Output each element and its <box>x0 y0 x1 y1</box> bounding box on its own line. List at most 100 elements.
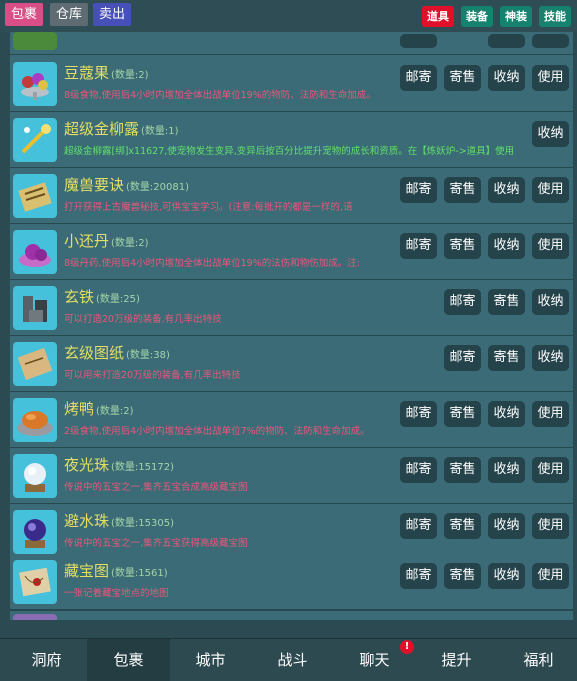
item-name-text: 小还丹 <box>64 232 110 250</box>
store-button[interactable]: 收纳 <box>488 513 525 539</box>
list-item: 夜光珠 (数量:15172) 传说中的五宝之一,集齐五宝合成高级藏宝图 邮寄 寄售 收纳使… <box>10 448 573 504</box>
mail-button[interactable]: 邮寄 <box>444 345 481 371</box>
consign-button[interactable]: 寄售 <box>444 65 481 91</box>
nav-item[interactable]: 福利 <box>497 639 577 681</box>
item-description: 可以用来打造20万级的装备,有几率出特技 <box>64 370 241 381</box>
item-name-text: 藏宝图 <box>64 562 110 580</box>
mail-button[interactable]: 邮寄 <box>400 457 437 483</box>
tab-equip[interactable]: 装备 <box>461 6 493 27</box>
store-button[interactable]: 收纳 <box>488 233 525 259</box>
item-name: 玄级图纸 (数量:38) <box>64 342 170 363</box>
use-button[interactable]: 使用 <box>532 457 569 483</box>
water-pearl-icon[interactable] <box>13 510 57 554</box>
item-icon <box>13 614 57 620</box>
list-item: 超级金柳露 (数量:1) 超级金柳露[绑]x11627,使宠物发生变异,变异后按百分… <box>10 112 573 168</box>
nav-item[interactable]: 洞府 <box>5 639 88 681</box>
nav-item[interactable]: 包裹 <box>87 639 170 681</box>
list-item-partial <box>10 610 573 620</box>
consign-button[interactable]: 寄售 <box>444 177 481 203</box>
item-name: 玄铁 (数量:25) <box>64 286 140 307</box>
use-button[interactable] <box>532 34 569 48</box>
consign-button[interactable]: 寄售 <box>444 401 481 427</box>
store-button[interactable]: 收纳 <box>532 289 569 315</box>
consign-button[interactable]: 寄售 <box>488 289 525 315</box>
mail-button[interactable]: 邮寄 <box>444 289 481 315</box>
list-item: 烤鸭 (数量:2) 2级食物,使用后4小时内增加全体出战单位7%的物防、法防和生命加… <box>10 392 573 448</box>
tab-props[interactable]: 道具 <box>422 6 454 27</box>
consign-button[interactable]: 寄售 <box>444 233 481 259</box>
roast-duck-icon[interactable] <box>13 398 57 442</box>
bottom-nav: 洞府 包裹 城市 战斗 聊天 提升 福利 <box>0 638 577 681</box>
consign-button[interactable]: 寄售 <box>444 457 481 483</box>
scroll-icon[interactable] <box>13 174 57 218</box>
store-button[interactable]: 收纳 <box>532 345 569 371</box>
item-quantity: (数量:2) <box>111 238 149 249</box>
mail-button[interactable]: 邮寄 <box>400 233 437 259</box>
pill-icon[interactable] <box>13 230 57 274</box>
use-button[interactable]: 使用 <box>532 563 569 589</box>
iron-ore-icon[interactable] <box>13 286 57 330</box>
item-name: 避水珠 (数量:15305) <box>64 510 174 531</box>
night-pearl-icon[interactable] <box>13 454 57 498</box>
blueprint-icon[interactable] <box>13 342 57 386</box>
store-button[interactable] <box>488 34 525 48</box>
item-name: 藏宝图 (数量:1561) <box>64 560 168 581</box>
list-item: 魔兽要诀 (数量:20081) 打开获得上古魔兽秘技,可供宝宝学习。(注意:每批开的… <box>10 168 573 224</box>
item-description: 传说中的五宝之一,集齐五宝获得高级藏宝图 <box>64 538 248 549</box>
item-description: 一张记着藏宝地点的地图 <box>64 588 169 599</box>
mail-button[interactable]: 邮寄 <box>400 401 437 427</box>
item-name-text: 玄级图纸 <box>64 344 125 362</box>
mail-button[interactable]: 邮寄 <box>400 177 437 203</box>
golden-wand-icon[interactable] <box>13 118 57 162</box>
item-quantity: (数量:20081) <box>126 182 189 193</box>
item-name: 超级金柳露 (数量:1) <box>64 118 179 139</box>
tab-divine[interactable]: 神装 <box>500 6 532 27</box>
nav-item[interactable]: 提升 <box>415 639 498 681</box>
consign-button[interactable]: 寄售 <box>488 345 525 371</box>
store-button[interactable]: 收纳 <box>488 401 525 427</box>
nav-item[interactable]: 战斗 <box>251 639 334 681</box>
use-button[interactable]: 使用 <box>532 177 569 203</box>
treasure-map-icon[interactable] <box>13 560 57 604</box>
use-button[interactable]: 使用 <box>532 65 569 91</box>
item-name-text: 夜光珠 <box>64 456 110 474</box>
consign-button[interactable]: 寄售 <box>444 563 481 589</box>
tab-skill[interactable]: 技能 <box>539 6 571 27</box>
item-name-text: 豆蔻果 <box>64 64 110 82</box>
tab-bag[interactable]: 包裹 <box>5 3 44 26</box>
mail-button[interactable] <box>400 34 437 48</box>
item-quantity: (数量:38) <box>126 350 170 361</box>
consign-button[interactable]: 寄售 <box>444 513 481 539</box>
nav-item[interactable]: 城市 <box>169 639 252 681</box>
item-quantity: (数量:2) <box>96 406 134 417</box>
mail-button[interactable]: 邮寄 <box>400 563 437 589</box>
list-item: 小还丹 (数量:2) 8级丹药,使用后4小时内增加全体出战单位19%的法伤和物伤加成… <box>10 224 573 280</box>
item-name: 豆蔻果 (数量:2) <box>64 62 149 83</box>
item-quantity: (数量:15305) <box>111 518 174 529</box>
item-quantity: (数量:2) <box>111 70 149 81</box>
store-button[interactable]: 收纳 <box>488 457 525 483</box>
item-description: 打开获得上古魔兽秘技,可供宝宝学习。(注意:每批开的都是一样的,请 <box>64 202 353 213</box>
item-description: 传说中的五宝之一,集齐五宝合成高级藏宝图 <box>64 482 248 493</box>
use-button[interactable]: 使用 <box>532 401 569 427</box>
item-name-text: 超级金柳露 <box>64 120 140 138</box>
item-quantity: (数量:25) <box>96 294 140 305</box>
store-button[interactable]: 收纳 <box>488 65 525 91</box>
use-button[interactable]: 使用 <box>532 513 569 539</box>
use-button[interactable]: 使用 <box>532 233 569 259</box>
item-name-text: 魔兽要诀 <box>64 176 125 194</box>
item-list[interactable]: 豆蔻果 (数量:2) 8级食物,使用后4小时内增加全体出战单位19%的物防、法防和生… <box>10 32 573 620</box>
mail-button[interactable]: 邮寄 <box>400 513 437 539</box>
list-item: 玄级图纸 (数量:38) 可以用来打造20万级的装备,有几率出特技 邮寄 寄售 收纳 <box>10 336 573 392</box>
tab-warehouse[interactable]: 仓库 <box>50 3 89 26</box>
mail-button[interactable]: 邮寄 <box>400 65 437 91</box>
item-description: 2级食物,使用后4小时内增加全体出战单位7%的物防、法防和生命加成。 <box>64 426 370 437</box>
store-button[interactable]: 收纳 <box>488 177 525 203</box>
store-button[interactable]: 收纳 <box>488 563 525 589</box>
list-item: 玄铁 (数量:25) 可以打造20万级的装备,有几率出特技 邮寄 寄售 收纳 <box>10 280 573 336</box>
store-button[interactable]: 收纳 <box>532 121 569 147</box>
item-quantity: (数量:1) <box>141 126 179 137</box>
tab-sell[interactable]: 卖出 <box>93 3 132 26</box>
fruit-bowl-icon[interactable] <box>13 62 57 106</box>
item-description: 8级食物,使用后4小时内增加全体出战单位19%的物防、法防和生命加成。 <box>64 90 376 101</box>
